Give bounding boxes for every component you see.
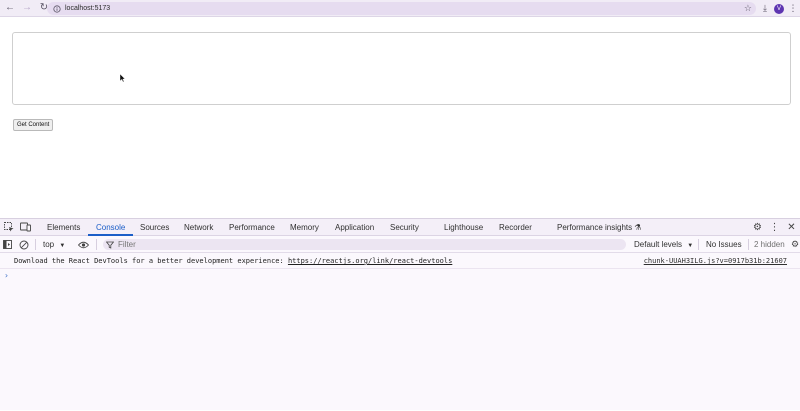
tab-lighthouse[interactable]: Lighthouse <box>444 219 483 236</box>
tab-application[interactable]: Application <box>335 219 374 236</box>
tab-recorder[interactable]: Recorder <box>499 219 532 236</box>
back-arrow-icon[interactable]: ← <box>3 1 17 15</box>
log-levels-dropdown[interactable]: Default levels ▼ <box>634 236 693 253</box>
tab-memory[interactable]: Memory <box>290 219 319 236</box>
console-toolbar: top ▼ Default levels ▼ No Issues 2 hidde… <box>0 236 800 253</box>
toolbar-divider <box>35 239 36 250</box>
devtools-panel: Elements Console Sources Network Perform… <box>0 218 800 410</box>
toolbar-divider <box>748 239 749 250</box>
tab-elements[interactable]: Elements <box>47 219 80 236</box>
tab-performance-insights[interactable]: Performance insights ⚗ <box>557 219 642 236</box>
console-message-source-link[interactable]: chunk-UUAH3ILG.js?v=0917b31b:21607 <box>644 257 787 265</box>
settings-gear-icon[interactable]: ⚙ <box>749 222 766 233</box>
address-bar[interactable]: localhost:5173 ☆ <box>47 2 756 15</box>
tab-security[interactable]: Security <box>390 219 419 236</box>
clear-console-icon[interactable] <box>17 236 31 253</box>
hidden-messages-count: 2 hidden <box>754 240 785 249</box>
console-row-divider <box>0 268 800 269</box>
menu-dots-icon[interactable]: ⋮ <box>786 3 800 14</box>
profile-avatar[interactable]: V <box>774 3 784 14</box>
more-options-icon[interactable]: ⋮ <box>766 222 783 233</box>
get-content-button[interactable]: Get Content <box>13 119 54 131</box>
download-icon[interactable]: ⤓ <box>758 3 772 14</box>
close-icon[interactable]: ✕ <box>783 222 800 233</box>
browser-actions: ⤓ V ⋮ <box>758 0 800 17</box>
toolbar-divider <box>698 239 699 250</box>
console-message-text: Download the React DevTools for a better… <box>14 257 288 265</box>
console-message: Download the React DevTools for a better… <box>14 257 452 265</box>
filter-icon <box>106 241 114 249</box>
context-selector[interactable]: top ▼ <box>43 236 65 253</box>
devtools-tab-bar: Elements Console Sources Network Perform… <box>0 219 800 236</box>
tab-performance[interactable]: Performance <box>229 219 275 236</box>
context-value: top <box>43 240 55 249</box>
url-text: localhost:5173 <box>65 5 111 12</box>
sidebar-toggle-icon[interactable] <box>0 236 14 253</box>
tab-performance-insights-label: Performance insights <box>557 223 633 232</box>
issues-counter[interactable]: No Issues <box>706 236 742 253</box>
browser-toolbar: ← → ↻ localhost:5173 ☆ ⤓ V ⋮ <box>0 0 800 17</box>
console-prompt-icon[interactable]: › <box>4 271 9 280</box>
site-info-icon[interactable] <box>53 4 61 13</box>
forward-arrow-icon[interactable]: → <box>20 1 34 15</box>
tab-network[interactable]: Network <box>184 219 213 236</box>
content-display-box <box>12 32 791 105</box>
device-toolbar-icon[interactable] <box>16 219 34 236</box>
flask-icon: ⚗ <box>634 223 642 232</box>
mouse-cursor-icon <box>120 74 126 82</box>
filter-input[interactable] <box>118 240 598 249</box>
tab-sources[interactable]: Sources <box>140 219 169 236</box>
toolbar-divider <box>96 239 97 250</box>
bookmark-star-icon[interactable]: ☆ <box>744 2 752 15</box>
dropdown-arrow-icon: ▼ <box>687 243 694 249</box>
console-filter-box[interactable] <box>103 239 626 250</box>
log-levels-label: Default levels <box>634 240 683 249</box>
live-expression-eye-icon[interactable] <box>76 236 90 253</box>
console-message-link[interactable]: https://reactjs.org/link/react-devtools <box>288 257 452 265</box>
devtools-right-controls: ⚙ ⋮ ✕ <box>749 219 800 236</box>
tab-console[interactable]: Console <box>88 219 134 236</box>
console-output: Download the React DevTools for a better… <box>0 254 800 411</box>
dropdown-arrow-icon: ▼ <box>59 243 66 249</box>
console-settings-gear-icon[interactable]: ⚙ <box>788 236 800 253</box>
